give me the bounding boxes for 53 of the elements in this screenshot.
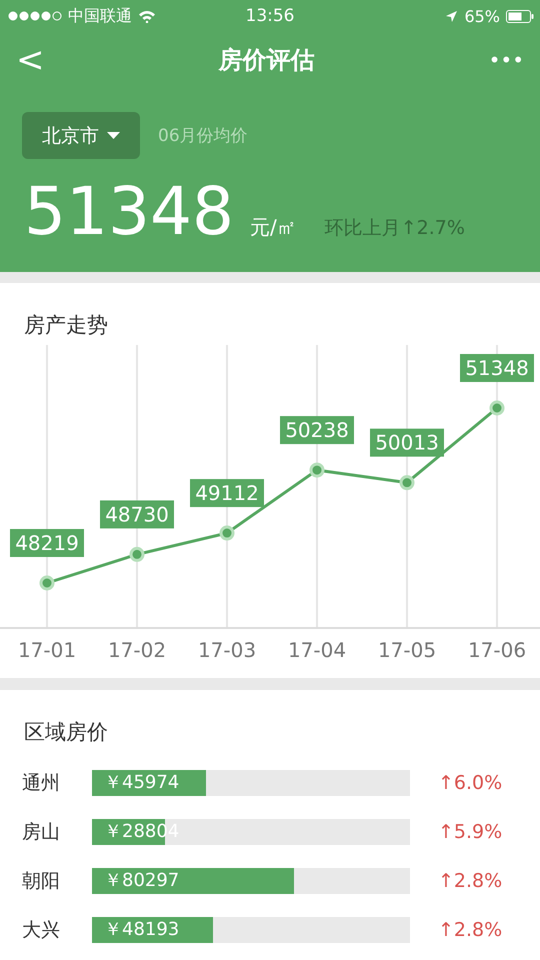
- value-label: 48730: [100, 500, 174, 528]
- data-label: 50013: [375, 430, 439, 455]
- value-label: 48219: [10, 529, 84, 557]
- data-point: [220, 526, 234, 541]
- battery-icon: [506, 10, 534, 22]
- data-label: 48730: [105, 502, 169, 526]
- axis-label: 17-02: [108, 638, 166, 662]
- data-label: 49112: [195, 481, 259, 506]
- region-name: 大兴: [22, 918, 61, 942]
- status-time: 13:56: [246, 6, 294, 26]
- region-name: 朝阳: [22, 868, 61, 894]
- region-change: ↑6.0%: [438, 772, 502, 794]
- axis-label: 17-05: [378, 638, 436, 662]
- carrier-name: 中国联通: [68, 6, 132, 26]
- data-point: [490, 400, 504, 416]
- value-label: 49112: [190, 479, 264, 508]
- caret-icon: [107, 132, 120, 140]
- axis-label: 17-04: [288, 638, 346, 662]
- axis-label: 17-06: [468, 638, 526, 662]
- region-price: ￥80297: [104, 868, 180, 892]
- signal-icon: [8, 11, 62, 21]
- section-title: 房产走势: [23, 312, 109, 339]
- data-point: [400, 475, 414, 490]
- more-button[interactable]: •••: [488, 48, 524, 72]
- data-label: 51348: [465, 356, 529, 380]
- data-point: [310, 462, 324, 478]
- region-change: ↑2.8%: [438, 870, 502, 892]
- month-change: 环比上月↑2.7%: [324, 216, 465, 241]
- value-label: 50238: [280, 416, 354, 444]
- data-label: 48219: [15, 531, 79, 555]
- page-title: 房价评估: [218, 45, 315, 76]
- location-icon: [445, 10, 458, 22]
- battery-percent: 65%: [464, 6, 500, 26]
- city-dropdown[interactable]: 北京市: [22, 112, 140, 159]
- region-price: ￥48193: [104, 918, 180, 942]
- data-label: 50238: [285, 418, 349, 442]
- price-unit: 元/㎡: [250, 214, 297, 241]
- wifi-icon: [138, 10, 156, 22]
- average-price: 51348: [24, 179, 234, 245]
- region-name: 房山: [22, 820, 61, 844]
- region-name: 通州: [22, 770, 61, 796]
- back-button[interactable]: <: [16, 43, 44, 77]
- region-change: ↑2.8%: [438, 918, 502, 940]
- region-price: ￥45974: [104, 770, 180, 794]
- period-label: 06月份均价: [158, 125, 248, 147]
- region-change: ↑5.9%: [438, 820, 502, 842]
- value-label: 50013: [370, 428, 444, 457]
- value-label: 51348: [460, 354, 534, 382]
- axis-label: 17-01: [18, 638, 76, 662]
- axis-label: 17-03: [198, 638, 256, 662]
- data-point: [130, 546, 144, 562]
- section-title: 区域房价: [23, 719, 109, 746]
- data-point: [40, 576, 54, 590]
